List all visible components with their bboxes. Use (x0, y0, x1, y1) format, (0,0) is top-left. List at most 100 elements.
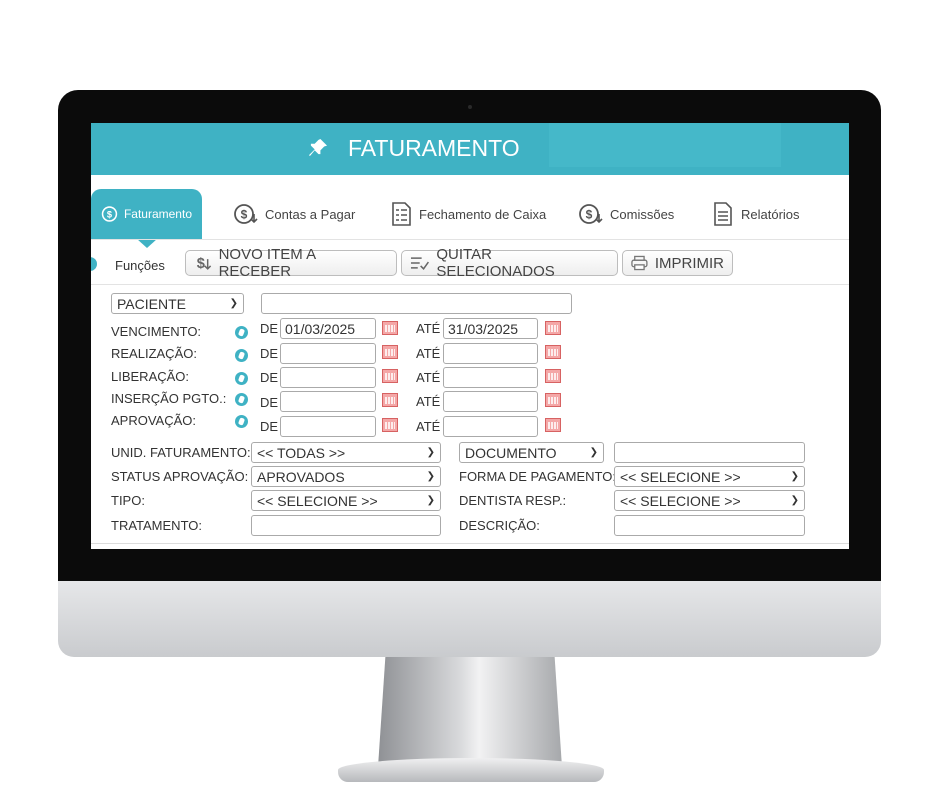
tratamento-label: TRATAMENTO: (111, 518, 202, 533)
new-receivable-button[interactable]: $ NOVO ITEM A RECEBER (185, 246, 397, 280)
app-screen: FATURAMENTO $ Faturamento $ Contas a Pag… (91, 123, 849, 549)
button-label: NOVO ITEM A RECEBER (218, 246, 316, 280)
treatment-input[interactable] (251, 515, 441, 536)
document-list-icon (392, 202, 411, 226)
date-row-label: VENCIMENTO: (111, 324, 202, 339)
status-label: STATUS APROVAÇÃO: (111, 469, 249, 484)
printer-icon (631, 255, 648, 271)
info-icon[interactable] (235, 326, 248, 339)
date-to-input[interactable] (443, 391, 538, 412)
tab-label: Fechamento de Caixa (419, 206, 547, 222)
date-from-input[interactable] (280, 391, 376, 412)
info-icon[interactable] (235, 393, 248, 406)
dollar-down-icon: $ (197, 256, 212, 272)
date-row-label: LIBERAÇÃO: (111, 369, 190, 384)
page-title: FATURAMENTO (348, 135, 520, 161)
document-input[interactable] (614, 442, 805, 463)
divider (91, 543, 849, 544)
ate-label: ATÉ (416, 370, 441, 385)
payment-method-select[interactable]: << SELECIONE >> ❯ (614, 466, 805, 487)
calendar-icon[interactable] (545, 369, 561, 383)
chevron-down-icon: ❯ (426, 471, 435, 482)
date-from-input[interactable] (280, 367, 376, 388)
button-label: IMPRIMIR (654, 254, 724, 272)
tab-faturamento[interactable]: $ Faturamento (91, 189, 202, 239)
svg-text:$: $ (197, 256, 205, 272)
tab-relatorios[interactable]: Relatórios (711, 189, 800, 239)
date-to-input[interactable] (443, 367, 538, 388)
report-icon (714, 202, 732, 226)
tipo-label: TIPO: (111, 493, 145, 508)
tab-fechamento-de-caixa[interactable]: Fechamento de Caixa (389, 189, 546, 239)
svg-text:$: $ (586, 208, 593, 222)
list-check-icon (410, 257, 430, 271)
descricao-label: DESCRIÇÃO: (459, 518, 540, 533)
date-to-input[interactable] (443, 416, 538, 437)
date-to-input[interactable] (443, 318, 538, 339)
tab-contas-a-pagar[interactable]: $ Contas a Pagar (233, 189, 355, 239)
date-row-label: APROVAÇÃO: (111, 413, 197, 428)
de-label: DE (260, 395, 279, 410)
chevron-down-icon: ❯ (426, 495, 435, 506)
search-type-select[interactable]: PACIENTE ❯ (111, 293, 244, 314)
date-from-input[interactable] (280, 416, 376, 437)
ate-label: ATÉ (416, 419, 441, 434)
chevron-down-icon: ❯ (229, 298, 238, 309)
search-input[interactable] (261, 293, 572, 314)
divider (91, 239, 849, 240)
calendar-icon[interactable] (382, 393, 398, 407)
calendar-icon[interactable] (382, 369, 398, 383)
date-from-input[interactable] (280, 318, 376, 339)
calendar-icon[interactable] (382, 345, 398, 359)
tab-comissoes[interactable]: $ Comissões (578, 189, 674, 239)
select-value: << SELECIONE >> (620, 492, 741, 509)
tipo-select[interactable]: << SELECIONE >> ❯ (251, 490, 441, 511)
calendar-icon[interactable] (382, 321, 398, 335)
document-select[interactable]: DOCUMENTO ❯ (459, 442, 604, 463)
de-label: DE (260, 370, 279, 385)
forma-label: FORMA DE PAGAMENTO: (459, 469, 616, 484)
unid-label: UNID. FATURAMENTO: (111, 445, 251, 460)
description-input[interactable] (614, 515, 805, 536)
calendar-icon[interactable] (545, 345, 561, 359)
date-from-input[interactable] (280, 343, 376, 364)
unid-select[interactable]: << TODAS >> ❯ (251, 442, 441, 463)
date-to-input[interactable] (443, 343, 538, 364)
toggle-dot-icon[interactable] (91, 257, 97, 271)
calendar-icon[interactable] (382, 418, 398, 432)
monitor-stand (378, 657, 562, 767)
status-select[interactable]: APROVADOS ❯ (251, 466, 441, 487)
header-bar: FATURAMENTO (91, 123, 849, 175)
tab-label: Faturamento (123, 207, 192, 221)
print-button[interactable]: IMPRIMIR (622, 250, 733, 276)
svg-text:$: $ (107, 209, 112, 219)
select-value: << TODAS >> (257, 444, 346, 461)
settle-selected-button[interactable]: QUITAR SELECIONADOS (401, 246, 618, 280)
pin-icon (309, 138, 328, 157)
button-label: QUITAR SELECIONADOS (436, 246, 555, 280)
chevron-down-icon: ❯ (426, 447, 435, 458)
dentist-select[interactable]: << SELECIONE >> ❯ (614, 490, 805, 511)
date-row-label: INSERÇÃO PGTO.: (111, 391, 227, 406)
select-value: << SELECIONE >> (257, 492, 378, 509)
camera (468, 105, 472, 109)
select-value: PACIENTE (117, 295, 186, 312)
tab-label: Contas a Pagar (265, 206, 356, 222)
tab-label: Relatórios (741, 206, 800, 222)
chevron-down-icon: ❯ (790, 495, 799, 506)
dollar-circle-down-icon: $ (234, 204, 258, 224)
toolbar: Funções $ NOVO ITEM A RECEBER QUITAR SEL… (91, 246, 849, 284)
funcoes-label: Funções (115, 258, 165, 273)
calendar-icon[interactable] (545, 321, 561, 335)
calendar-icon[interactable] (545, 418, 561, 432)
date-row-label: REALIZAÇÃO: (111, 346, 197, 361)
dollar-circle-icon: $ (101, 206, 118, 222)
select-value: DOCUMENTO (465, 444, 557, 461)
select-value: APROVADOS (257, 468, 345, 485)
info-icon[interactable] (235, 349, 248, 362)
info-icon[interactable] (235, 415, 248, 428)
chevron-down-icon: ❯ (790, 471, 799, 482)
ate-label: ATÉ (416, 394, 441, 409)
info-icon[interactable] (235, 372, 248, 385)
calendar-icon[interactable] (545, 393, 561, 407)
